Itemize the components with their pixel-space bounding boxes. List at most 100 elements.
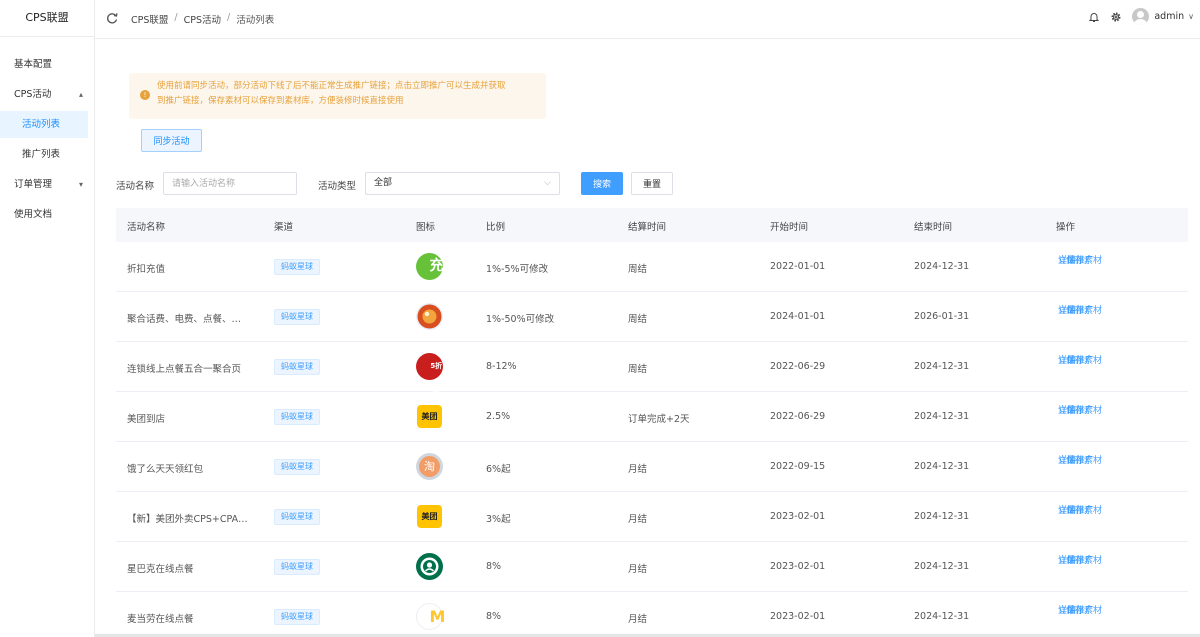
icon-text: 充 [429,258,444,274]
start-time: 2023-02-01 [770,561,826,572]
start-time: 2022-06-29 [770,361,826,372]
sidebar-item-basic-config[interactable]: 基本配置 [0,51,94,78]
end-time: 2024-12-31 [914,411,970,422]
mcdonalds-icon: M [416,603,446,630]
icon-text: M [429,607,446,626]
end-time: 2024-12-31 [914,361,970,372]
activity-name: 麦当劳在线点餐 [127,614,194,625]
icon-text: 美团 [417,405,442,428]
app: CPS联盟 基本配置 CPS活动 ▴ 活动列表 推广列表 订单管理 ▾ 使用文档 C… [0,0,1200,637]
channel-tag: 蚂蚁星球 [274,409,320,425]
ratio: 8-12% [486,361,517,372]
taobao-icon: 淘 [416,453,443,480]
ratio: 1%-5%可修改 [486,264,549,275]
main-content: ! 使用前请同步活动，部分活动下线了后不能正常生成推广链接；点击立即推广可以生成… [95,40,1200,637]
avatar[interactable] [1132,8,1150,25]
save-material-link[interactable]: 保存素材 [1058,403,1102,419]
chevron-up-icon: ▴ [79,90,84,99]
breadcrumb-separator: / [227,12,231,23]
column-header-name: 活动名称 [127,222,166,233]
starbucks-graphic [420,557,439,576]
activity-name-input[interactable] [163,172,297,195]
activity-table: 活动名称 渠道 图标 比例 结算时间 开始时间 结束时间 操作 折扣充值 蚂蚁星球… [116,208,1188,637]
breadcrumb-item-activity-list: 活动列表 [236,15,275,26]
icon-text: 美团 [417,505,442,528]
sidebar-item-label: 推广列表 [22,149,61,160]
sidebar: CPS联盟 基本配置 CPS活动 ▴ 活动列表 推广列表 订单管理 ▾ 使用文档 [0,0,95,637]
meituan-icon: 美团 [416,403,443,430]
save-material-link[interactable]: 保存素材 [1058,303,1102,319]
sidebar-item-docs[interactable]: 使用文档 [0,201,94,228]
lobster-graphic [417,304,442,329]
notice-alert: ! 使用前请同步活动，部分活动下线了后不能正常生成推广链接；点击立即推广可以生成… [129,73,546,119]
channel-tag: 蚂蚁星球 [274,459,320,475]
bell-icon[interactable] [1088,11,1100,23]
sidebar-item-label: 使用文档 [14,209,53,220]
starbucks-icon [416,553,443,580]
gear-icon[interactable] [1110,11,1122,23]
table-row: 麦当劳在线点餐 蚂蚁星球 M 8% 月结 2023-02-01 2024-12-31 详情 立即… [116,592,1188,637]
settlement-time: 月结 [628,614,648,625]
sidebar-item-activity-list[interactable]: 活动列表 [0,111,88,138]
ratio: 3%起 [486,514,511,525]
breadcrumb-item-cps-union[interactable]: CPS联盟 [131,12,168,26]
header: CPS联盟 / CPS活动 / 活动列表 admin ∨ [95,0,1200,39]
channel-tag: 蚂蚁星球 [274,609,320,625]
end-time: 2024-12-31 [914,461,970,472]
table-row: 星巴克在线点餐 蚂蚁星球 8% 月结 2023-02-01 2024-12-31 详情 立即推… [116,542,1188,592]
sidebar-item-cps-activity[interactable]: CPS活动 ▴ [0,81,94,108]
start-time: 2023-02-01 [770,511,826,522]
settlement-time: 月结 [628,564,648,575]
refresh-icon[interactable] [105,11,119,25]
save-material-link[interactable]: 保存素材 [1058,603,1102,619]
sidebar-item-promotion-list[interactable]: 推广列表 [0,141,94,168]
save-material-link[interactable]: 保存素材 [1058,503,1102,519]
column-header-start-time: 开始时间 [770,222,809,233]
end-time: 2026-01-31 [914,311,970,322]
search-button[interactable]: 搜索 [581,172,623,195]
activity-name: 连锁线上点餐五合一聚合页 [127,364,242,375]
column-header-settlement: 结算时间 [628,222,667,233]
activity-name: 聚合话费、电费、点餐、… [127,314,242,325]
table-row: 【新】美团外卖CPS+CPA… 蚂蚁星球 美团 3%起 月结 2023-02-01 2024… [116,492,1188,542]
ratio: 6%起 [486,464,511,475]
save-material-link[interactable]: 保存素材 [1058,353,1102,369]
warning-icon: ! [140,90,150,100]
sidebar-item-label: 活动列表 [22,119,61,130]
save-material-link[interactable]: 保存素材 [1058,253,1102,269]
header-actions: admin ∨ [1088,8,1194,25]
table-row: 折扣充值 蚂蚁星球充 1%-5%可修改 周结 2022-01-01 2024-12-31 详… [116,242,1188,292]
sidebar-item-label: 订单管理 [14,179,53,190]
activity-name: 【新】美团外卖CPS+CPA… [127,514,248,525]
activity-type-label: 活动类型 [318,181,357,192]
save-material-link[interactable]: 保存素材 [1058,553,1102,569]
activity-type-select[interactable]: 全部 ⌵ [365,172,560,195]
breadcrumb-item-cps-activity[interactable]: CPS活动 [184,12,221,26]
column-header-ratio: 比例 [486,222,506,233]
chevron-down-icon: ⌵ [544,178,551,188]
sync-activity-button[interactable]: 同步活动 [141,129,202,152]
settlement-time: 周结 [628,314,648,325]
reset-button[interactable]: 重置 [631,172,673,195]
column-header-icon: 图标 [416,222,436,233]
sidebar-item-label: CPS活动 [14,89,52,100]
end-time: 2024-12-31 [914,611,970,622]
icon-text: 淘 [419,456,440,477]
save-material-link[interactable]: 保存素材 [1058,453,1102,469]
start-time: 2022-01-01 [770,261,826,272]
channel-tag: 蚂蚁星球 [274,259,320,275]
activity-name: 饿了么天天领红包 [127,464,204,475]
column-header-channel: 渠道 [274,222,294,233]
settlement-time: 月结 [628,514,648,525]
user-name[interactable]: admin [1154,11,1184,22]
end-time: 2024-12-31 [914,511,970,522]
channel-tag: 蚂蚁星球 [274,509,320,525]
channel-tag: 蚂蚁星球 [274,359,320,375]
sidebar-item-order-management[interactable]: 订单管理 ▾ [0,171,94,198]
table-row: 饿了么天天领红包 蚂蚁星球淘 6%起 月结 2022-09-15 2024-12-31 详情… [116,442,1188,492]
chevron-down-icon[interactable]: ∨ [1188,12,1194,21]
meituan-icon: 美团 [416,503,443,530]
lobster-icon [416,303,443,330]
activity-name: 星巴克在线点餐 [127,564,194,575]
chevron-down-icon: ▾ [79,180,84,189]
